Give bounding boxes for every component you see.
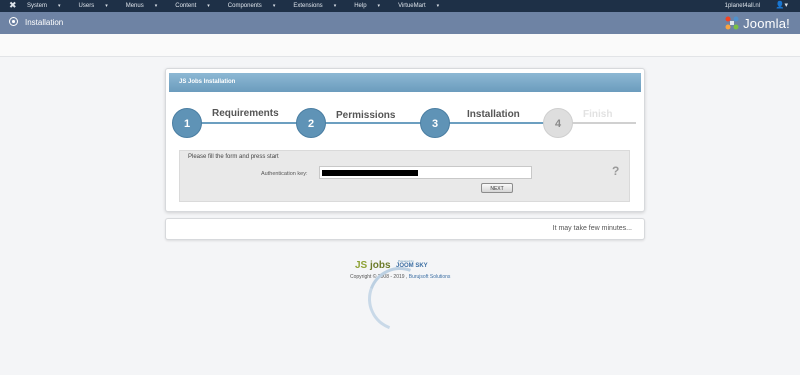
user-icon[interactable]: 👤▾	[776, 0, 788, 12]
joomla-logo-text: Joomla!	[743, 15, 790, 31]
page-title: Installation	[25, 18, 64, 27]
step-4-circle: 4	[543, 108, 573, 138]
joomla-logo: Joomla!	[724, 14, 790, 32]
caret-down-icon: ▾	[105, 3, 108, 9]
toolbar-strip	[0, 34, 800, 57]
auth-key-label: Authentication key:	[261, 171, 308, 177]
menu-label: Menus	[125, 3, 144, 9]
menu-label: Users	[78, 3, 95, 9]
help-icon[interactable]: ?	[612, 164, 619, 178]
notice-message: It may take few minutes...	[552, 225, 632, 232]
joomla-logo-icon	[725, 16, 739, 30]
menu-components[interactable]: Components ▾	[228, 0, 285, 12]
step-3-label: Installation	[464, 109, 523, 120]
target-icon	[9, 17, 18, 26]
menu-label: Components	[227, 3, 262, 9]
title-bar: Installation Joomla!	[0, 12, 800, 34]
site-link[interactable]: 1planet4all.nl	[725, 0, 760, 12]
caret-down-icon: ▾	[377, 3, 381, 9]
menu-help[interactable]: Help ▾	[354, 0, 389, 12]
step-1-circle: 1	[172, 108, 202, 138]
step-2-circle: 2	[296, 108, 326, 138]
installation-panel: JS Jobs Installation 1 Requirements 2 Pe…	[165, 68, 645, 212]
notice-box: It may take few minutes...	[165, 218, 645, 240]
menu-extensions[interactable]: Extensions ▾	[293, 0, 345, 12]
admin-menu-bar: ✖ System ▾ Users ▾ Menus ▾ Content ▾ Compone…	[0, 0, 800, 12]
caret-down-icon: ▾	[272, 3, 276, 9]
auth-key-value-redacted	[322, 170, 418, 176]
step-1-label: Requirements	[209, 108, 282, 119]
menu-users[interactable]: Users ▾	[79, 0, 117, 12]
menu-system[interactable]: System ▾	[27, 0, 70, 12]
main-menu: System ▾ Users ▾ Menus ▾ Content ▾ Component…	[27, 0, 457, 12]
step-3-circle: 3	[420, 108, 450, 138]
joomla-icon[interactable]: ✖	[9, 1, 17, 10]
menu-label: Extensions	[293, 3, 323, 9]
panel-heading: JS Jobs Installation	[169, 73, 641, 92]
menu-label: Help	[354, 3, 367, 9]
caret-down-icon: ▾	[333, 3, 337, 9]
next-button[interactable]: NEXT	[481, 183, 513, 193]
menu-label: System	[27, 3, 48, 9]
caret-down-icon: ▾	[207, 3, 210, 9]
jsjobs-logo-js: JS	[355, 260, 368, 271]
caret-down-icon: ▾	[58, 3, 61, 9]
menu-label: VirtueMart	[398, 3, 426, 9]
menu-menus[interactable]: Menus ▾	[126, 0, 167, 12]
step-4-label: Finish	[580, 109, 616, 120]
menu-content[interactable]: Content ▾	[175, 0, 219, 12]
step-2-label: Permissions	[333, 110, 399, 121]
caret-down-icon: ▾	[436, 3, 440, 9]
menu-label: Content	[175, 3, 197, 9]
form-intro: Please fill the form and press start	[188, 154, 279, 160]
install-form: Please fill the form and press start Aut…	[179, 150, 630, 202]
menu-virtuemart[interactable]: VirtueMart ▾	[398, 0, 448, 12]
auth-key-input[interactable]	[319, 166, 532, 179]
caret-down-icon: ▾	[154, 3, 158, 9]
